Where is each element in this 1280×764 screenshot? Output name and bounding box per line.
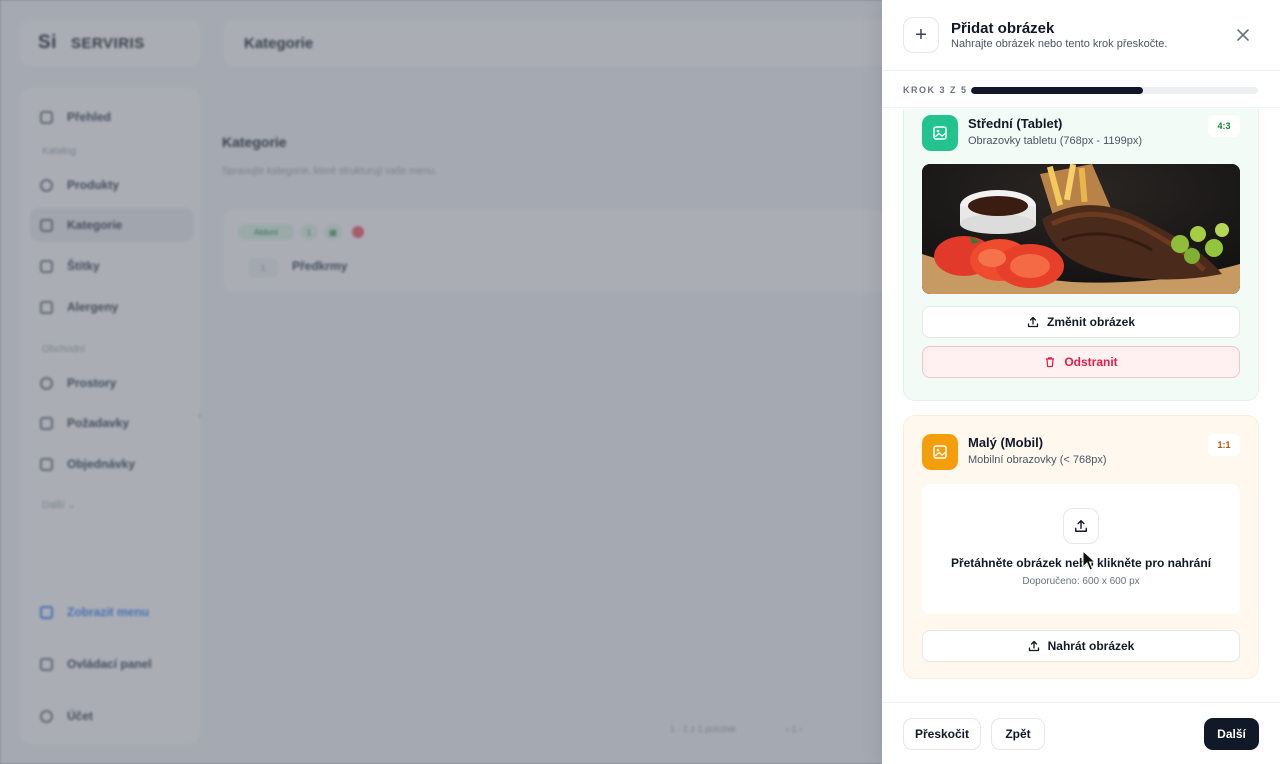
modal-overlay[interactable] — [0, 0, 882, 764]
change-image-button[interactable]: Změnit obrázek — [922, 306, 1240, 338]
image-icon — [922, 115, 958, 151]
upload-icon — [1027, 316, 1039, 328]
back-button[interactable]: Zpět — [991, 718, 1045, 750]
tablet-image-card: Střední (Tablet) Obrazovky tabletu (768p… — [903, 109, 1259, 401]
drawer-content[interactable]: Střední (Tablet) Obrazovky tabletu (768p… — [882, 109, 1280, 701]
upload-icon — [1063, 508, 1099, 544]
upload-image-label: Nahrát obrázek — [1047, 639, 1135, 653]
skip-button[interactable]: Přeskočit — [903, 718, 981, 750]
close-button[interactable] — [1232, 24, 1254, 46]
dropzone-text: Přetáhněte obrázek nebo klikněte pro nah… — [950, 556, 1212, 570]
card-subtitle: Mobilní obrazovky (< 768px) — [968, 454, 1107, 466]
remove-image-button[interactable]: Odstranit — [922, 346, 1240, 378]
dropzone-hint: Doporučeno: 600 x 600 px — [1022, 576, 1140, 587]
image-icon — [922, 434, 958, 470]
drawer-footer: Přeskočit Zpět Další — [882, 702, 1280, 764]
progress-bar — [971, 87, 1258, 94]
drawer-title: Přidat obrázek — [951, 20, 1055, 37]
mobile-image-card: Malý (Mobil) Mobilní obrazovky (< 768px)… — [903, 415, 1259, 679]
ratio-badge: 4:3 — [1208, 115, 1240, 137]
trash-icon — [1046, 357, 1055, 368]
drawer-header: + Přidat obrázek Nahrajte obrázek nebo t… — [882, 0, 1280, 71]
upload-image-button[interactable]: Nahrát obrázek — [922, 630, 1240, 662]
step-label: KROK 3 Z 5 — [903, 85, 968, 95]
image-dropzone[interactable]: Přetáhněte obrázek nebo klikněte pro nah… — [922, 484, 1240, 614]
mouse-cursor-icon — [1082, 550, 1096, 571]
add-image-drawer: + Přidat obrázek Nahrajte obrázek nebo t… — [882, 0, 1280, 764]
card-title: Střední (Tablet) — [968, 116, 1063, 131]
close-icon — [1237, 29, 1249, 41]
step-progress: KROK 3 Z 5 — [882, 72, 1280, 108]
upload-icon — [1028, 640, 1039, 652]
change-image-label: Změnit obrázek — [1046, 315, 1136, 329]
remove-image-label: Odstranit — [1064, 355, 1118, 369]
card-subtitle: Obrazovky tabletu (768px - 1199px) — [968, 135, 1143, 147]
card-title: Malý (Mobil) — [968, 435, 1044, 450]
ratio-badge: 1:1 — [1208, 434, 1240, 456]
progress-fill — [971, 87, 1144, 94]
plus-icon: + — [903, 17, 939, 53]
drawer-subtitle: Nahrajte obrázek nebo tento krok přeskoč… — [951, 38, 1168, 50]
next-button[interactable]: Další — [1204, 718, 1259, 750]
uploaded-food-image — [922, 164, 1240, 294]
